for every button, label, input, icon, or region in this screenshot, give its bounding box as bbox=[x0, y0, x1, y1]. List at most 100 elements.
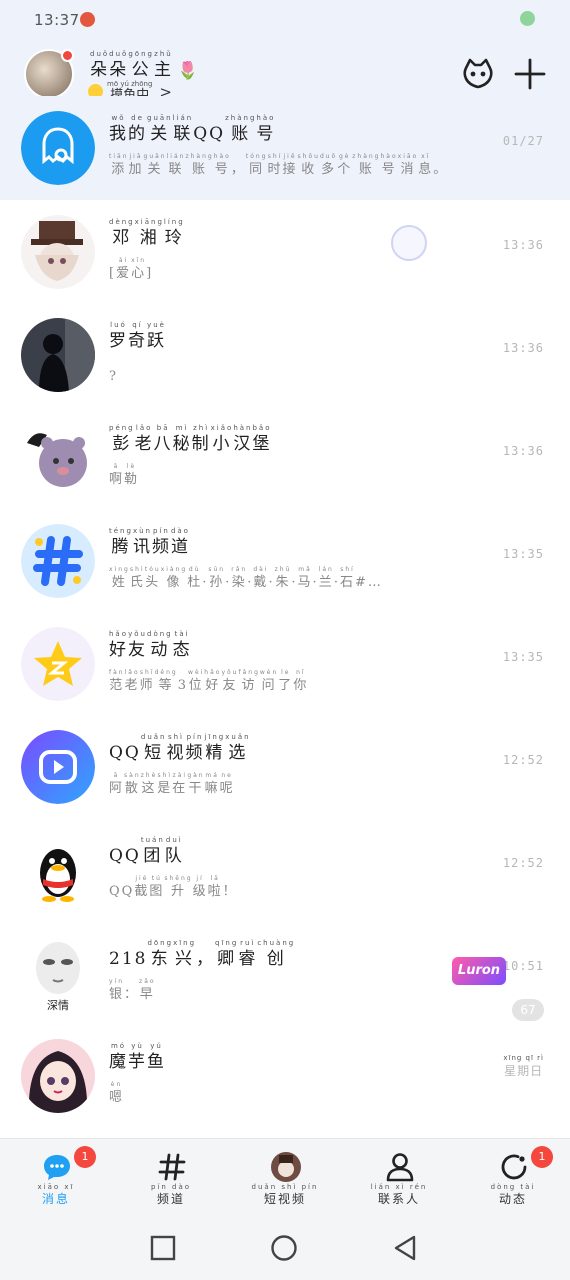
tab-message-bubble[interactable]: xiāo xī 消息 1 bbox=[6, 1139, 106, 1215]
char-with-pinyin: QQ bbox=[109, 846, 141, 866]
char-with-pinyin: shī 师 bbox=[139, 669, 155, 693]
char-with-pinyin: sūn 孙 bbox=[208, 566, 226, 590]
char-with-pinyin: lā 啦 bbox=[207, 875, 223, 899]
char-with-pinyin: #… bbox=[355, 575, 383, 590]
back-icon[interactable] bbox=[391, 1234, 419, 1262]
char-with-pinyin: ? bbox=[109, 369, 118, 384]
char-with-pinyin: lè 勒 bbox=[124, 463, 140, 487]
time-with-pinyin: xīng qī rì 星期日 bbox=[503, 1054, 544, 1078]
tab-refresh-circle[interactable]: dòng tài 动态 1 bbox=[463, 1139, 563, 1215]
mask-icon[interactable] bbox=[460, 56, 496, 92]
conversation-row[interactable]: péng 彭 lǎo 老 bā 八 mì 秘 zhì 制 xiǎo 小 hàn 汉 bǎo 堡 ā 啊 lè 勒 13:… bbox=[0, 406, 570, 509]
conversation-row[interactable]: téng 腾 xùn 讯 pín 频 dào 道 xìng 姓 shì 氏 tóu 头 xiàng 像 dù 杜 … bbox=[0, 509, 570, 612]
avatar[interactable] bbox=[21, 318, 95, 392]
short-video-avatar-icon bbox=[270, 1151, 302, 1183]
microphone-indicator-icon bbox=[520, 11, 535, 26]
conversation-title: téng 腾 xùn 讯 pín 频 dào 道 bbox=[109, 527, 190, 558]
conversation-preview: xìng 姓 shì 氏 tóu 头 xiàng 像 dù 杜 · sūn 孙 · rǎn 染 · dài 戴… bbox=[109, 565, 383, 592]
qq-link-icon[interactable] bbox=[21, 111, 95, 185]
conversation-row[interactable]: hǎo 好 yǒu 友 dòng 动 tài 态 fàn 范 lǎo 老 shī 师 děng 等 3 wèi 位… bbox=[0, 612, 570, 715]
tab-badge: 1 bbox=[531, 1146, 553, 1168]
tab-label: lián xì rén 联系人 bbox=[370, 1183, 428, 1206]
char-with-pinyin: luó 罗 bbox=[109, 321, 128, 351]
touch-ripple bbox=[391, 225, 427, 261]
conversation-time: 10:51 bbox=[502, 959, 544, 973]
avatar[interactable] bbox=[21, 1039, 95, 1113]
char-with-pinyin: zhàng 账 bbox=[352, 153, 381, 177]
char-with-pinyin: yín 银 bbox=[109, 978, 125, 1002]
char-with-pinyin: tóu 头 bbox=[144, 566, 161, 590]
char-with-pinyin: shì 视 bbox=[166, 733, 186, 763]
person-icon bbox=[384, 1151, 416, 1183]
char-with-pinyin: xìng 姓 bbox=[109, 566, 130, 590]
my-avatar[interactable] bbox=[24, 49, 74, 99]
char-with-pinyin: gè 个 bbox=[337, 153, 353, 177]
char-with-pinyin: hǎo 好 bbox=[204, 669, 222, 693]
char-with-pinyin: ： bbox=[124, 987, 140, 1002]
status-time: 13:37 bbox=[34, 11, 80, 29]
char-with-pinyin: bā 八 bbox=[153, 424, 173, 454]
char-with-pinyin: tài 态 bbox=[172, 630, 192, 660]
recent-apps-icon[interactable] bbox=[149, 1234, 177, 1262]
short-video-icon[interactable] bbox=[21, 730, 95, 804]
char-with-pinyin: ] bbox=[146, 266, 154, 281]
tab-person[interactable]: lián xì rén 联系人 bbox=[349, 1139, 449, 1215]
conversation-row[interactable]: QQ duǎn 短 shì 视 pín 频 jīng 精 xuǎn 选 ā 阿 sàn 散 zhè 这 shì 是 z… bbox=[0, 715, 570, 818]
hash-icon bbox=[156, 1151, 188, 1183]
avatar[interactable] bbox=[21, 215, 95, 289]
system-navigation-bar bbox=[0, 1214, 570, 1280]
conversation-row[interactable]: 深情 218 dōng 东 xīng 兴 ， qīng 卿 ruì 睿 chuàng 创 yín 银 ：… bbox=[0, 921, 570, 1024]
tab-hash[interactable]: pín dào 频道 bbox=[121, 1139, 221, 1215]
qzone-star-icon[interactable] bbox=[21, 627, 95, 701]
char-with-pinyin: fǎng 访 bbox=[238, 669, 260, 693]
conversation-row[interactable]: luó 罗 qí 奇 yuè 跃 ? 13:36 bbox=[0, 303, 570, 406]
char-with-pinyin: duǎn 短 bbox=[140, 733, 167, 763]
char-with-pinyin: yuè 跃 bbox=[147, 321, 166, 351]
char-with-pinyin: jiē 接 bbox=[282, 153, 298, 177]
char-with-pinyin: tú 图 bbox=[149, 875, 165, 899]
char-with-pinyin: shì 是 bbox=[157, 772, 173, 796]
char-with-pinyin: le 了 bbox=[278, 669, 294, 693]
bottom-tab-bar: xiāo xī 消息 1 pín dào 频道 duǎn shì pín 短视频 lián x… bbox=[0, 1138, 570, 1214]
char-with-pinyin: QQ bbox=[109, 743, 141, 763]
unread-count-badge: 67 bbox=[512, 999, 544, 1021]
char-with-pinyin: xuǎn 选 bbox=[225, 733, 251, 763]
channel-hash-icon[interactable] bbox=[21, 524, 95, 598]
luron-sticker: Luron bbox=[452, 957, 506, 985]
char-with-pinyin: ā啊 bbox=[109, 463, 125, 487]
char-with-pinyin: 218 bbox=[109, 949, 148, 969]
char-with-pinyin: pín 频 bbox=[185, 733, 205, 763]
char-with-pinyin: gōng 公 bbox=[128, 50, 154, 80]
account-name[interactable]: duǒ 朵 duǒ 朵 gōng 公 zhǔ 主 🌷 bbox=[90, 50, 200, 81]
conversation-title: péng 彭 lǎo 老 bā 八 mì 秘 zhì 制 xiǎo 小 hàn 汉 bǎo 堡 bbox=[109, 424, 272, 455]
char-with-pinyin: xùn 讯 bbox=[132, 527, 152, 557]
char-with-pinyin: zhàng 账 bbox=[225, 114, 257, 144]
avatar[interactable] bbox=[21, 421, 95, 495]
conversation-preview: ā 啊 lè 勒 bbox=[109, 462, 139, 489]
add-icon[interactable] bbox=[512, 56, 548, 92]
char-with-pinyin: QQ bbox=[109, 884, 135, 899]
penguin-icon[interactable] bbox=[21, 833, 95, 907]
char-with-pinyin: nǐ 你 bbox=[293, 669, 309, 693]
char-with-pinyin: guān 关 bbox=[147, 114, 173, 144]
conversation-title: 218 dōng 东 xīng 兴 ， qīng 卿 ruì 睿 chuàng 创 bbox=[109, 939, 295, 970]
char-with-pinyin: shí 石 bbox=[339, 566, 355, 590]
char-with-pinyin: duǒ 朵 bbox=[90, 50, 110, 80]
char-with-pinyin: shēng 升 bbox=[164, 875, 193, 899]
char-with-pinyin: lián 联 bbox=[172, 114, 194, 144]
char-with-pinyin: ruì 睿 bbox=[238, 939, 258, 969]
tab-short-video-avatar[interactable]: duǎn shì pín 短视频 bbox=[235, 1139, 335, 1215]
home-icon[interactable] bbox=[270, 1234, 298, 1262]
conversation-row[interactable]: mó 魔 yù 芋 yú 鱼 èn 嗯 xīng qī rì 星期日 bbox=[0, 1024, 570, 1127]
char-with-pinyin: shí 时 bbox=[267, 153, 283, 177]
char-with-pinyin: sàn 散 bbox=[124, 772, 141, 796]
char-with-pinyin: yǒu 友 bbox=[221, 669, 239, 693]
char-with-pinyin: xiǎo 小 bbox=[210, 424, 234, 454]
conversation-title: wǒ 我 de 的 guān 关 lián 联 QQ zhàng 账 hào 号 bbox=[109, 114, 275, 145]
char-with-pinyin: péng 彭 bbox=[109, 424, 135, 454]
conversation-preview: ā 阿 sàn 散 zhè 这 shì 是 zài 在 gàn 干 má 嘛 ne 呢 bbox=[109, 771, 235, 798]
conversation-row[interactable]: QQ tuán 团 duì 队 QQ jié 截 tú 图 shēng 升 jí 级 lā 啦 ！ 12:52 bbox=[0, 818, 570, 921]
char-with-pinyin: duǒ 朵 bbox=[109, 50, 129, 80]
conversation-row[interactable]: dèng 邓 xiāng 湘 líng 玲 [ài 爱 xīn 心 ] 13:36 bbox=[0, 200, 570, 303]
conversation-row-pinned[interactable]: wǒ 我 de 的 guān 关 lián 联 QQ zhàng 账 hào 号 tiān 添 jiā 加 gu… bbox=[0, 96, 570, 200]
